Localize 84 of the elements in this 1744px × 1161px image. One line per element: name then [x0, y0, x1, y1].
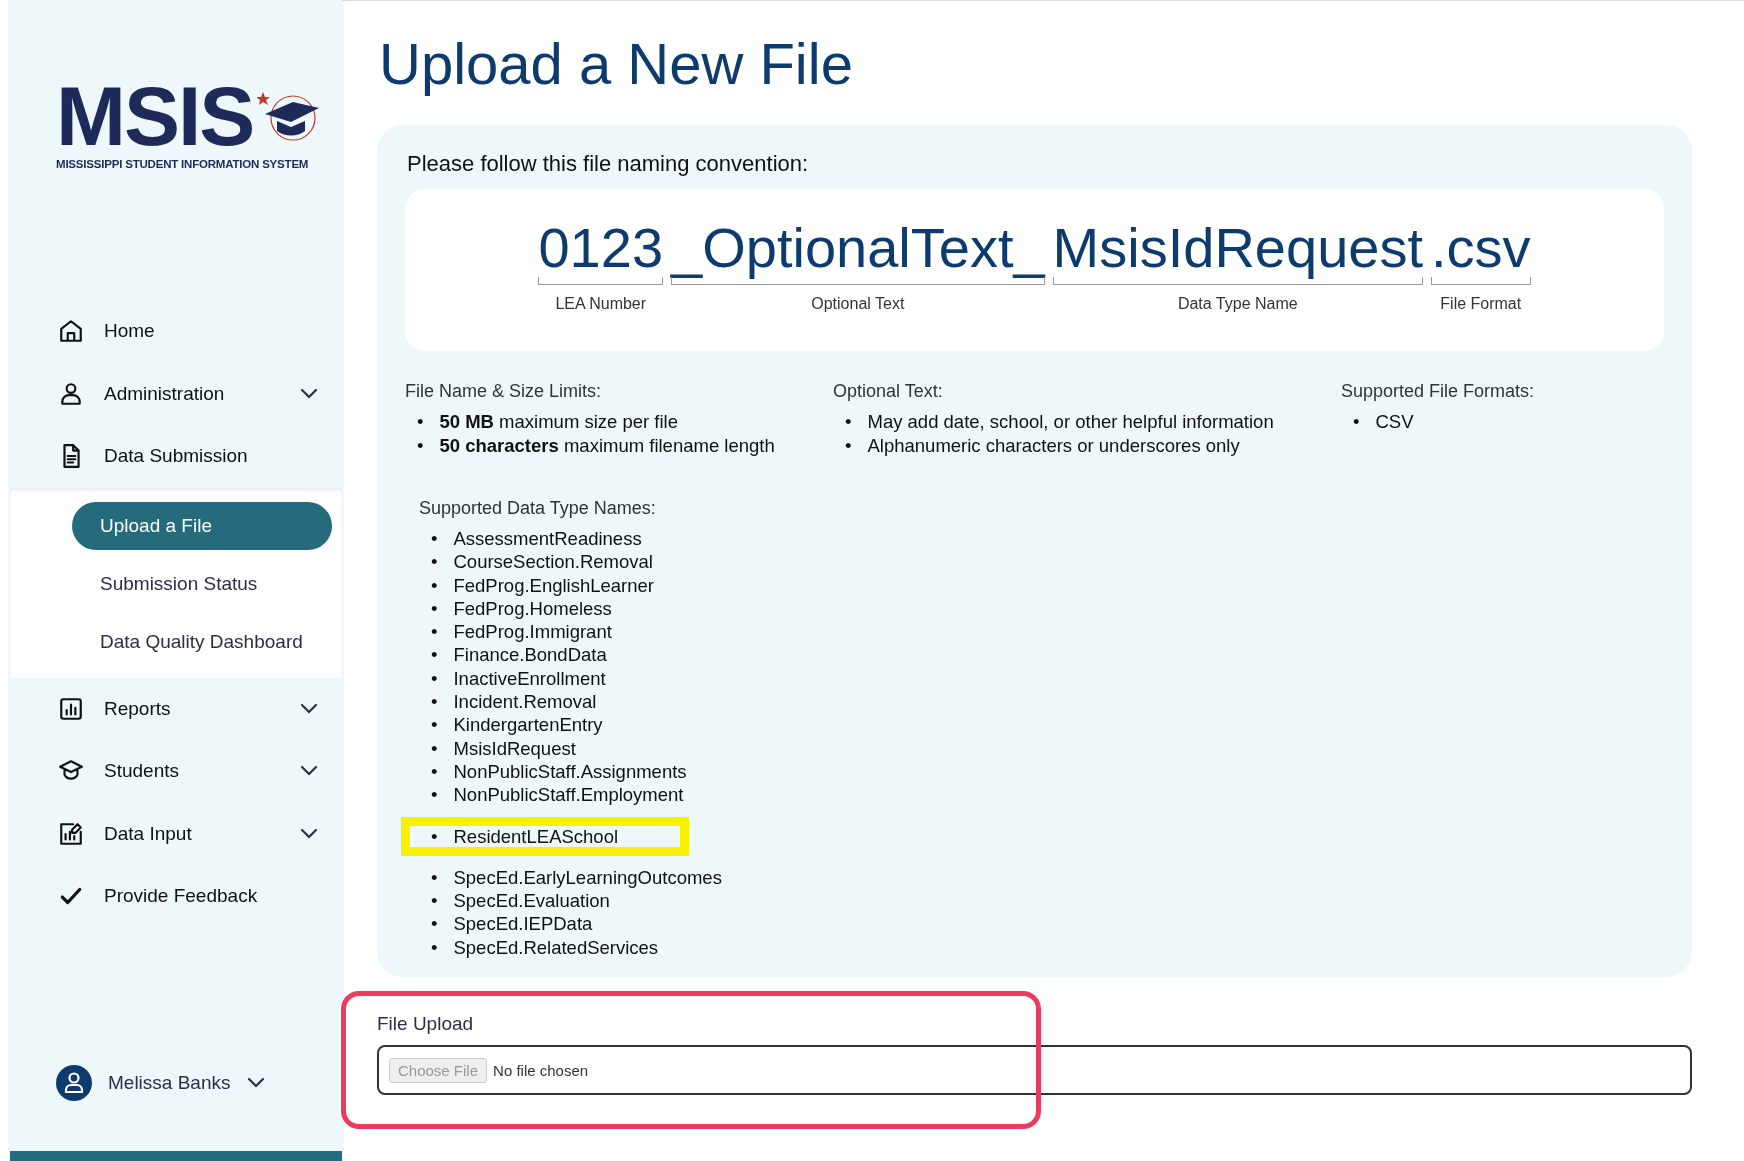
list-item: SpecEd.Evaluation	[453, 889, 610, 913]
chevron-down-icon	[300, 387, 318, 400]
file-status-text: No file chosen	[493, 1061, 589, 1079]
person-icon	[58, 380, 84, 407]
bullet: •	[417, 434, 424, 458]
page-title: Upload a New File	[379, 30, 854, 98]
list-item: Alphanumeric characters or underscores only	[867, 434, 1240, 458]
bar-chart-icon	[58, 695, 84, 722]
filename-part-label: Optional Text	[810, 295, 906, 313]
list-item: MsisIdRequest	[453, 736, 576, 760]
bullet: •	[431, 736, 438, 760]
bullet: •	[431, 620, 438, 644]
bullet: •	[431, 759, 438, 784]
chevron-down-icon	[300, 827, 318, 840]
list-item: FedProg.Homeless	[453, 596, 612, 621]
section-heading: Optional Text:	[833, 381, 944, 402]
nav-item[interactable]: Students	[10, 740, 342, 803]
bullet: •	[417, 410, 424, 434]
list-item: Incident.Removal	[453, 690, 597, 714]
list-item: ResidentLEASchool	[453, 824, 619, 848]
home-icon	[58, 318, 84, 345]
bullet: •	[431, 550, 438, 574]
bullet: •	[431, 713, 438, 737]
submenu-item[interactable]: Data Quality Dashboard	[72, 617, 332, 666]
bullet: •	[431, 527, 438, 551]
bullet: •	[431, 573, 438, 597]
submenu-item[interactable]: Upload a File	[72, 501, 332, 550]
list-item: CSV	[1375, 410, 1414, 434]
user-name[interactable]: Melissa Banks	[108, 1072, 231, 1094]
filename-part-label: LEA Number	[554, 295, 648, 313]
list-item: AssessmentReadiness	[453, 527, 642, 551]
logo-wordmark: MSIS	[56, 78, 254, 154]
list-item: 50 MB maximum size per file	[439, 410, 678, 434]
bullet: •	[1353, 410, 1360, 434]
list-item: SpecEd.RelatedServices	[453, 935, 659, 960]
bullet: •	[431, 935, 438, 960]
section-heading: File Name & Size Limits:	[405, 381, 603, 402]
bullet: •	[431, 690, 438, 714]
nav-item[interactable]: Provide Feedback	[10, 865, 342, 928]
filename-part: MsisIdRequest	[1052, 219, 1423, 277]
list-item: FedProg.EnglishLearner	[453, 573, 655, 597]
list-item: CourseSection.Removal	[453, 550, 653, 574]
filename-part-label: File Format	[1439, 295, 1523, 313]
section-heading: Supported Data Type Names:	[419, 498, 657, 519]
chevron-down-icon	[300, 765, 318, 778]
filename-part: .csv	[1431, 219, 1531, 277]
list-item: Finance.BondData	[453, 643, 607, 667]
chevron-down-icon	[246, 1077, 265, 1089]
bullet: •	[431, 643, 438, 667]
filename-part-label: Data Type Name	[1176, 295, 1299, 313]
bullet: •	[431, 596, 438, 621]
list-item: 50 characters maximum filename length	[439, 434, 775, 458]
bullet: •	[431, 783, 438, 807]
nav-item[interactable]: Home	[10, 300, 342, 363]
nav-item[interactable]: Data Input	[10, 802, 342, 865]
list-item: SpecEd.EarlyLearningOutcomes	[453, 865, 722, 890]
bullet: •	[431, 889, 438, 913]
list-item: KindergartenEntry	[453, 713, 603, 737]
field-label: File Upload	[377, 1013, 475, 1036]
filename-part: _OptionalText_	[671, 219, 1045, 277]
file-input-field[interactable]: Choose File No file chosen	[377, 1045, 1692, 1096]
list-item: NonPublicStaff.Assignments	[453, 759, 687, 784]
bullet: •	[431, 912, 438, 936]
bullet: •	[845, 434, 852, 458]
section-heading: Supported File Formats:	[1341, 381, 1536, 402]
avatar-icon	[56, 1065, 92, 1101]
list-item: NonPublicStaff.Employment	[453, 783, 684, 807]
list-item: May add date, school, or other helpful information	[867, 410, 1274, 434]
bullet: •	[431, 865, 438, 890]
panel-heading: Please follow this file naming convention:	[407, 151, 810, 177]
list-item: InactiveEnrollment	[453, 666, 606, 691]
logo-subtitle: MISSISSIPPI STUDENT INFORMATION SYSTEM	[56, 158, 309, 170]
list-item: SpecEd.IEPData	[453, 912, 593, 936]
bullet: •	[845, 410, 852, 434]
nav-item[interactable]: Administration	[10, 362, 342, 425]
submenu-item[interactable]: Submission Status	[72, 559, 332, 608]
chart-edit-icon	[58, 820, 84, 847]
nav-item[interactable]: Data Submission	[10, 425, 342, 488]
bullet: •	[431, 824, 438, 848]
list-item: FedProg.Immigrant	[453, 620, 612, 644]
chevron-down-icon	[300, 702, 318, 715]
nav-item[interactable]: Reports	[10, 677, 342, 740]
filename-part: 0123	[538, 219, 664, 277]
bullet: •	[431, 666, 438, 691]
